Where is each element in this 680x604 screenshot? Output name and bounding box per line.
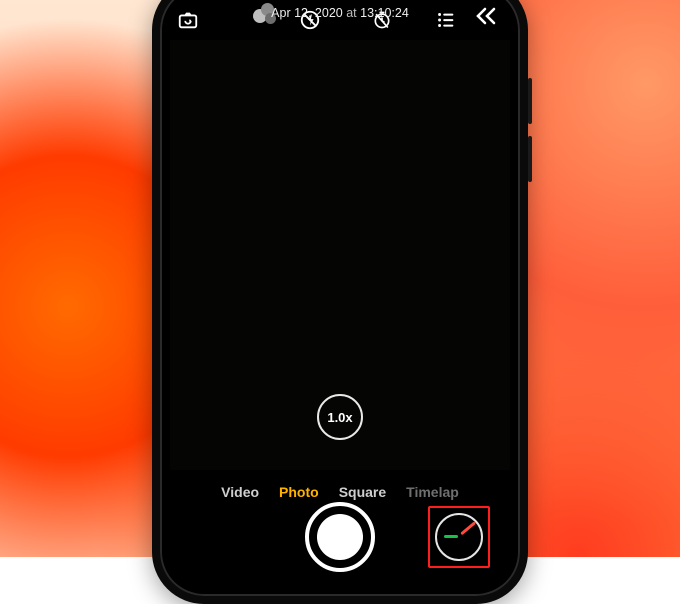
phone-screen: Apr 12, 2020 at 13:10:24 1.0x Video Phot…: [170, 0, 510, 590]
zoom-button[interactable]: 1.0x: [317, 394, 363, 440]
mode-video[interactable]: Video: [221, 484, 259, 500]
mode-timelapse[interactable]: Timelap: [406, 484, 459, 500]
volume-down-button: [528, 136, 532, 182]
flash-off-button[interactable]: [292, 9, 328, 31]
shutter-button[interactable]: [305, 502, 375, 572]
mode-selector[interactable]: Video Photo Square Timelap: [170, 484, 510, 500]
phone-frame: Apr 12, 2020 at 13:10:24 1.0x Video Phot…: [152, 0, 528, 604]
menu-button[interactable]: [428, 9, 464, 31]
volume-up-button: [528, 78, 532, 124]
collapse-button[interactable]: [474, 6, 498, 26]
settings-dial-button[interactable]: [435, 513, 483, 561]
bottom-controls: [170, 502, 510, 572]
timer-button[interactable]: [364, 10, 400, 30]
flip-camera-button[interactable]: [170, 9, 206, 31]
mode-square[interactable]: Square: [339, 484, 386, 500]
zoom-level-label: 1.0x: [327, 410, 352, 425]
camera-top-bar: [170, 4, 510, 36]
mode-photo[interactable]: Photo: [279, 484, 319, 500]
settings-dial-highlight: [428, 506, 490, 568]
